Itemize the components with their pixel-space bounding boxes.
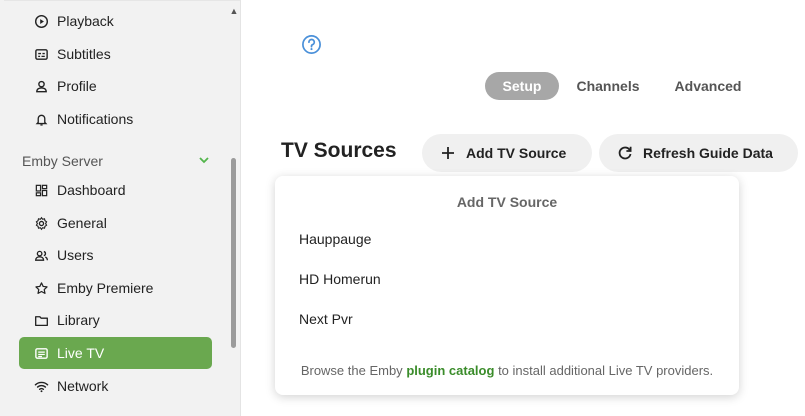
tv-guide-icon [33,345,49,361]
help-icon[interactable] [301,34,322,55]
play-circle-icon [33,13,49,29]
scroll-up-arrow-icon[interactable]: ▲ [229,6,239,16]
sidebar-item-label: Notifications [57,111,134,127]
sidebar-item-label: Users [57,247,94,263]
chevron-down-icon [198,154,210,169]
plugin-catalog-link[interactable]: plugin catalog [406,363,494,378]
wifi-icon [33,378,49,394]
tab-advanced[interactable]: Advanced [665,72,751,100]
star-icon [33,280,49,296]
sidebar-divider [4,0,240,1]
sidebar-item-subtitles[interactable]: Subtitles [19,38,212,70]
sidebar-item-label: Emby Premiere [57,280,154,296]
bell-icon [33,111,49,127]
dashboard-icon [33,182,49,198]
sidebar-item-label: Live TV [57,345,105,361]
sidebar-item-label: Playback [57,13,114,29]
sidebar-item-dashboard[interactable]: Dashboard [19,174,212,206]
menu-footer: Browse the Emby plugin catalog to instal… [275,363,739,378]
sidebar-item-general[interactable]: General [19,207,212,239]
menu-item-next-pvr[interactable]: Next Pvr [275,301,739,337]
sidebar-item-label: Dashboard [57,182,126,198]
section-label: Emby Server [22,153,103,169]
sidebar-item-network[interactable]: Network [19,370,212,402]
sidebar-item-profile[interactable]: Profile [19,70,212,102]
section-emby-server[interactable]: Emby Server [22,151,212,171]
page-title: TV Sources [281,139,397,162]
sidebar-item-emby-premiere[interactable]: Emby Premiere [19,272,212,304]
folder-icon [33,312,49,328]
refresh-guide-data-button[interactable]: Refresh Guide Data [599,134,798,172]
sidebar-item-notifications[interactable]: Notifications [19,103,212,135]
subtitles-icon [33,46,49,62]
footer-text-pre: Browse the Emby [300,363,403,378]
plus-icon [440,145,456,161]
sidebar-item-users[interactable]: Users [19,239,212,271]
users-icon [33,247,49,263]
sidebar-item-live-tv[interactable]: Live TV [19,337,212,369]
sidebar-item-label: Profile [57,78,97,94]
sidebar-item-library[interactable]: Library [19,304,212,336]
menu-item-hd-homerun[interactable]: HD Homerun [275,261,739,297]
sidebar-item-label: General [57,215,107,231]
tab-setup[interactable]: Setup [485,72,559,100]
menu-title: Add TV Source [456,194,558,210]
sidebar: Playback Subtitles Profile Notifications… [0,0,241,416]
sidebar-item-label: Network [57,378,109,394]
person-icon [33,78,49,94]
refresh-icon [617,145,633,161]
gear-icon [33,215,49,231]
tab-channels[interactable]: Channels [567,72,649,100]
add-tv-source-label: Add TV Source [466,145,567,161]
add-tv-source-menu: Add TV Source Hauppauge HD Homerun Next … [275,176,739,395]
footer-text-post: to install additional Live TV providers. [498,363,714,378]
menu-item-hauppauge[interactable]: Hauppauge [275,221,739,257]
sidebar-item-label: Library [57,312,100,328]
refresh-guide-data-label: Refresh Guide Data [643,145,773,161]
add-tv-source-button[interactable]: Add TV Source [422,134,592,172]
sidebar-scrollbar-thumb[interactable] [231,158,236,348]
sidebar-item-label: Subtitles [57,46,111,62]
sidebar-item-playback[interactable]: Playback [19,5,212,37]
